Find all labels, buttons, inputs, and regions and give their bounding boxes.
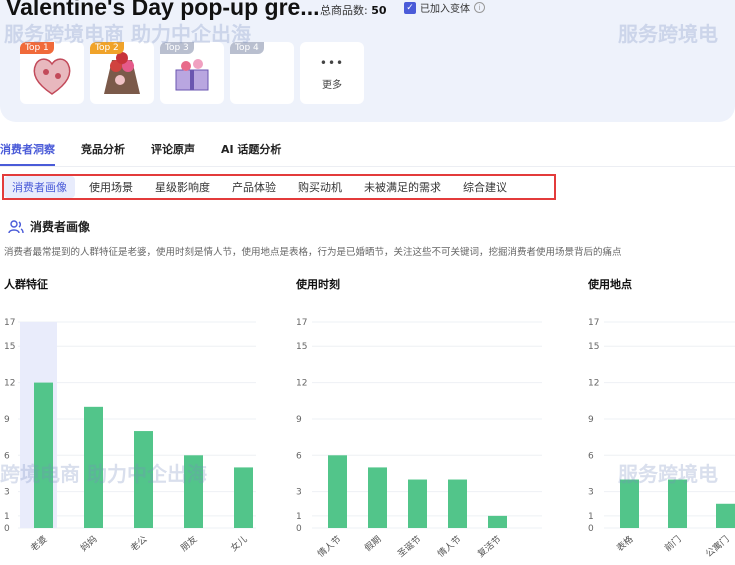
y-tick-label: 9 (296, 415, 302, 425)
chart-title: 人群特征 (4, 278, 48, 291)
crowd-traits-chart: 0 1 3 6 9 12 15 17 老婆 妈妈 老公 朋友 女儿 (4, 318, 256, 554)
bar (184, 455, 203, 528)
rank-badge: Top 4 (230, 42, 264, 54)
y-tick-label: 1 (4, 512, 10, 522)
y-tick-label: 9 (4, 415, 10, 425)
x-tick-label: 前门 (662, 533, 684, 554)
y-tick-label: 1 (296, 512, 302, 522)
total-products: 总商品数: 50 (320, 2, 387, 18)
x-tick-label: 公寓门 (703, 533, 731, 560)
section-header: 消费者画像 (8, 218, 90, 235)
section-title: 消费者画像 (30, 220, 91, 234)
more-label: 更多 (322, 79, 342, 91)
y-tick-label: 6 (588, 451, 594, 461)
bar (716, 503, 735, 528)
y-tick-label: 3 (296, 488, 302, 498)
sub-tabs-highlight-box: 消费者画像 使用场景 星级影响度 产品体验 购买动机 未被满足的需求 综合建议 (2, 174, 556, 200)
x-tick-label: 情人节 (435, 533, 463, 560)
tab-review-voice[interactable]: 评论原声 (151, 141, 195, 166)
product-thumb-1[interactable]: Top 1 (20, 42, 84, 104)
subtab-overall-advice[interactable]: 综合建议 (455, 179, 515, 195)
y-tick-label: 9 (588, 415, 594, 425)
x-tick-label: 妈妈 (78, 533, 100, 554)
y-tick-label: 3 (4, 488, 10, 498)
users-icon (8, 219, 24, 233)
tab-competitor-analysis[interactable]: 竞品分析 (81, 141, 125, 166)
bar (448, 479, 467, 528)
subtab-consumer-profile[interactable]: 消费者画像 (4, 176, 75, 198)
total-label: 总商品数: (320, 4, 368, 17)
x-tick-label: 复活节 (475, 533, 503, 560)
variant-label: 已加入变体 (420, 4, 470, 15)
rank-badge: Top 1 (20, 42, 54, 54)
bar (620, 479, 639, 528)
total-value: 50 (371, 4, 387, 17)
product-thumb-2[interactable]: Top 2 (90, 42, 154, 104)
product-thumbnails: Top 1 Top 2 Top 3 Top 4 ••• 更多 (20, 42, 364, 104)
y-tick-label: 12 (4, 379, 15, 389)
tabs-divider (0, 166, 735, 167)
bar (368, 467, 387, 528)
y-tick-label: 0 (296, 524, 302, 534)
more-dots-icon: ••• (319, 55, 345, 70)
bar (234, 467, 253, 528)
subtab-unmet-needs[interactable]: 未被满足的需求 (356, 179, 449, 195)
y-tick-label: 17 (588, 318, 599, 328)
y-tick-label: 15 (296, 342, 307, 352)
x-tick-label: 女儿 (228, 533, 250, 554)
product-thumb-4[interactable]: Top 4 (230, 42, 294, 104)
tab-ai-topic-analysis[interactable]: AI 话题分析 (221, 141, 281, 166)
product-header-panel: Valentine's Day pop-up gre... 总商品数: 50 ✓… (0, 0, 735, 122)
y-tick-label: 1 (588, 512, 594, 522)
bar (34, 382, 53, 528)
y-tick-label: 6 (296, 451, 302, 461)
check-icon[interactable]: ✓ (404, 1, 416, 14)
subtab-product-experience[interactable]: 产品体验 (224, 179, 284, 195)
bar (408, 479, 427, 528)
subtab-rating-impact[interactable]: 星级影响度 (147, 179, 218, 195)
usage-moment-chart: 01369121517情人节 假期 圣诞节 情人节 复活节 (296, 318, 542, 560)
x-tick-label: 老公 (128, 533, 150, 554)
x-tick-label: 表格 (614, 533, 636, 554)
y-tick-label: 17 (4, 318, 15, 328)
bar (328, 455, 347, 528)
bar (134, 431, 153, 528)
chart-title: 使用地点 (588, 278, 632, 291)
x-tick-label: 情人节 (315, 533, 343, 560)
variant-toggle[interactable]: ✓ 已加入变体 i (404, 0, 485, 15)
section-description: 消费者最常提到的人群特征是老婆，使用时刻是情人节，使用地点是表格，行为是已婚晒节… (4, 247, 622, 258)
bar (84, 406, 103, 528)
y-tick-label: 17 (296, 318, 307, 328)
x-tick-label: 老婆 (28, 533, 50, 554)
more-button[interactable]: ••• 更多 (300, 42, 364, 104)
product-thumb-3[interactable]: Top 3 (160, 42, 224, 104)
x-tick-label: 朋友 (178, 533, 200, 554)
tab-consumer-insight[interactable]: 消费者洞察 (0, 141, 55, 166)
y-tick-label: 12 (296, 379, 307, 389)
bar (488, 515, 507, 528)
y-tick-label: 12 (588, 379, 599, 389)
y-tick-label: 3 (588, 488, 594, 498)
rank-badge: Top 2 (90, 42, 124, 54)
y-tick-label: 0 (588, 524, 594, 534)
chart-title: 使用时刻 (296, 278, 340, 291)
page-title: Valentine's Day pop-up gre... (6, 0, 320, 20)
usage-location-chart: 0 1 3 6 9 12 15 17 表格 前门 公寓门 (588, 318, 735, 560)
x-tick-label: 圣诞节 (396, 534, 424, 560)
info-icon[interactable]: i (474, 2, 485, 13)
y-tick-label: 15 (588, 342, 599, 352)
rank-badge: Top 3 (160, 42, 194, 54)
y-tick-label: 15 (4, 342, 15, 352)
subtab-purchase-motivation[interactable]: 购买动机 (290, 179, 350, 195)
bar (668, 479, 687, 528)
main-tabs: 消费者洞察 竞品分析 评论原声 AI 话题分析 (0, 141, 307, 166)
x-tick-label: 假期 (363, 534, 384, 554)
y-tick-label: 6 (4, 451, 10, 461)
y-tick-label: 0 (4, 524, 10, 534)
subtab-usage-scenario[interactable]: 使用场景 (81, 179, 141, 195)
